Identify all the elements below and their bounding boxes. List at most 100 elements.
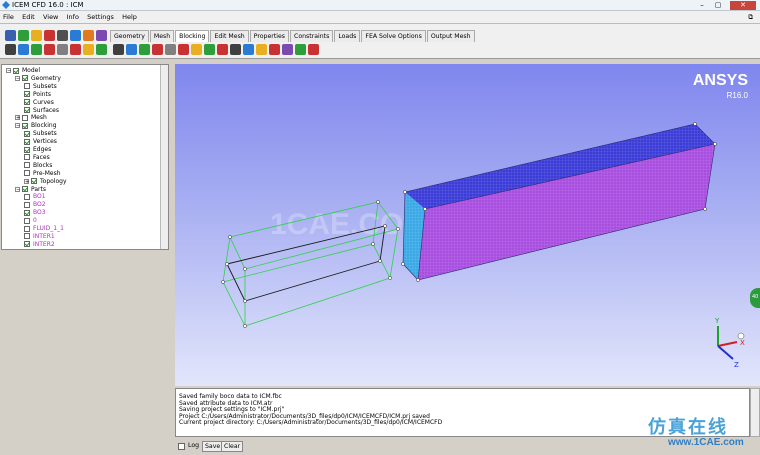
restore-icon[interactable]: ⧉ [745, 11, 756, 24]
tab-blocking[interactable]: Blocking [175, 30, 210, 42]
tree-item[interactable]: − Geometry [15, 75, 61, 83]
tree-item[interactable]: Surfaces [24, 107, 59, 115]
side-badge[interactable]: 40 [750, 288, 760, 308]
tree-checkbox[interactable] [24, 138, 30, 145]
tree-item[interactable]: Pre-Mesh [24, 170, 61, 178]
tree-expander[interactable]: − [15, 186, 20, 192]
toolbar-icon[interactable] [44, 30, 55, 41]
clear-button[interactable]: Clear [221, 441, 244, 452]
tree-item[interactable]: BO1 [24, 193, 46, 201]
tab-edit-mesh[interactable]: Edit Mesh [210, 30, 249, 42]
tree-checkbox[interactable] [24, 233, 30, 240]
toolbar-icon[interactable] [70, 44, 81, 55]
toolbar-icon[interactable] [178, 44, 189, 55]
toolbar-icon[interactable] [57, 30, 68, 41]
tree-checkbox[interactable] [31, 178, 37, 185]
tree-item[interactable]: Subsets [24, 83, 57, 91]
tree-item[interactable]: FLUID_1_1 [24, 225, 64, 233]
tree-checkbox[interactable] [24, 201, 30, 208]
tree-item[interactable]: Edges [24, 146, 51, 154]
tab-loads[interactable]: Loads [334, 30, 361, 42]
toolbar-icon[interactable] [204, 44, 215, 55]
toolbar-icon[interactable] [83, 44, 94, 55]
tree-item[interactable]: Points [24, 91, 51, 99]
tab-output-mesh[interactable]: Output Mesh [426, 30, 475, 42]
toolbar-icon[interactable] [139, 44, 150, 55]
tree-item[interactable]: Curves [24, 99, 54, 107]
toolbar-icon[interactable] [96, 44, 107, 55]
tree-item[interactable]: 0 [24, 217, 37, 225]
menu-help[interactable]: Help [119, 11, 140, 24]
tab-mesh[interactable]: Mesh [149, 30, 175, 42]
toolbar-icon[interactable] [191, 44, 202, 55]
tree-checkbox[interactable] [24, 217, 30, 224]
tree-checkbox[interactable] [22, 75, 28, 82]
tree-checkbox[interactable] [24, 146, 30, 153]
tree-scrollbar[interactable] [160, 65, 168, 249]
tree-checkbox[interactable] [22, 186, 28, 192]
tree-checkbox[interactable] [24, 209, 30, 216]
toolbar-icon[interactable] [113, 44, 124, 55]
tree-item[interactable]: Subsets [24, 130, 57, 138]
tree-checkbox[interactable] [24, 107, 30, 113]
toolbar-icon[interactable] [5, 44, 16, 55]
menu-info[interactable]: Info [64, 11, 82, 24]
minimize-button[interactable]: – [696, 1, 708, 10]
tree-checkbox[interactable] [22, 114, 28, 121]
menu-file[interactable]: File [0, 11, 17, 24]
tree-expander[interactable]: − [6, 68, 11, 74]
menu-settings[interactable]: Settings [84, 11, 117, 24]
toolbar-icon[interactable] [44, 44, 55, 55]
toolbar-icon[interactable] [269, 44, 280, 55]
tree-item[interactable]: − Parts [15, 186, 46, 194]
tree-checkbox[interactable] [24, 154, 30, 161]
toolbar-icon[interactable] [230, 44, 241, 55]
toolbar-icon[interactable] [57, 44, 68, 55]
tab-fea-solve-options[interactable]: FEA Solve Options [361, 30, 426, 42]
toolbar-icon[interactable] [217, 44, 228, 55]
toolbar-icon[interactable] [70, 30, 81, 41]
tree-expander[interactable]: + [15, 115, 20, 121]
toolbar-icon[interactable] [31, 30, 42, 41]
close-button[interactable]: ✕ [730, 1, 756, 10]
tree-item[interactable]: + Topology [24, 178, 67, 186]
tree-expander[interactable]: − [15, 123, 20, 129]
tree-checkbox[interactable] [24, 99, 30, 106]
toolbar-icon[interactable] [282, 44, 293, 55]
tab-constraints[interactable]: Constraints [290, 30, 334, 42]
tree-item[interactable]: + Mesh [15, 114, 47, 122]
tree-item[interactable]: Faces [24, 154, 50, 162]
tree-item[interactable]: INTER2 [24, 241, 55, 249]
graphics-viewport[interactable]: 1CAE.COM Y X Z ANSYS R16.0 40 [175, 64, 760, 386]
tree-checkbox[interactable] [24, 83, 30, 90]
toolbar-icon[interactable] [152, 44, 163, 55]
toolbar-icon[interactable] [308, 44, 319, 55]
tab-geometry[interactable]: Geometry [110, 30, 149, 42]
toolbar-icon[interactable] [31, 44, 42, 55]
tree-item[interactable]: Blocks [24, 162, 52, 170]
tree-checkbox[interactable] [24, 170, 30, 177]
toolbar-icon[interactable] [18, 44, 29, 55]
toolbar-icon[interactable] [243, 44, 254, 55]
tree-expander[interactable]: + [24, 178, 29, 184]
menu-view[interactable]: View [40, 11, 61, 24]
tree-item[interactable]: BO3 [24, 209, 46, 217]
toolbar-icon[interactable] [5, 30, 16, 41]
tree-checkbox[interactable] [24, 225, 30, 232]
toolbar-icon[interactable] [18, 30, 29, 41]
tab-properties[interactable]: Properties [249, 30, 289, 42]
tree-item[interactable]: Vertices [24, 138, 57, 146]
tree-item[interactable]: − Model [6, 67, 40, 75]
toolbar-icon[interactable] [126, 44, 137, 55]
tree-checkbox[interactable] [24, 241, 30, 248]
tree-item[interactable]: BO2 [24, 201, 46, 209]
toolbar-icon[interactable] [96, 30, 107, 41]
tree-item[interactable]: − Blocking [15, 122, 57, 130]
toolbar-icon[interactable] [165, 44, 176, 55]
tree-checkbox[interactable] [22, 122, 28, 129]
menu-edit[interactable]: Edit [19, 11, 38, 24]
tree-expander[interactable]: − [15, 75, 20, 81]
tree-checkbox[interactable] [24, 130, 30, 137]
toolbar-icon[interactable] [295, 44, 306, 55]
tree-checkbox[interactable] [24, 91, 30, 98]
